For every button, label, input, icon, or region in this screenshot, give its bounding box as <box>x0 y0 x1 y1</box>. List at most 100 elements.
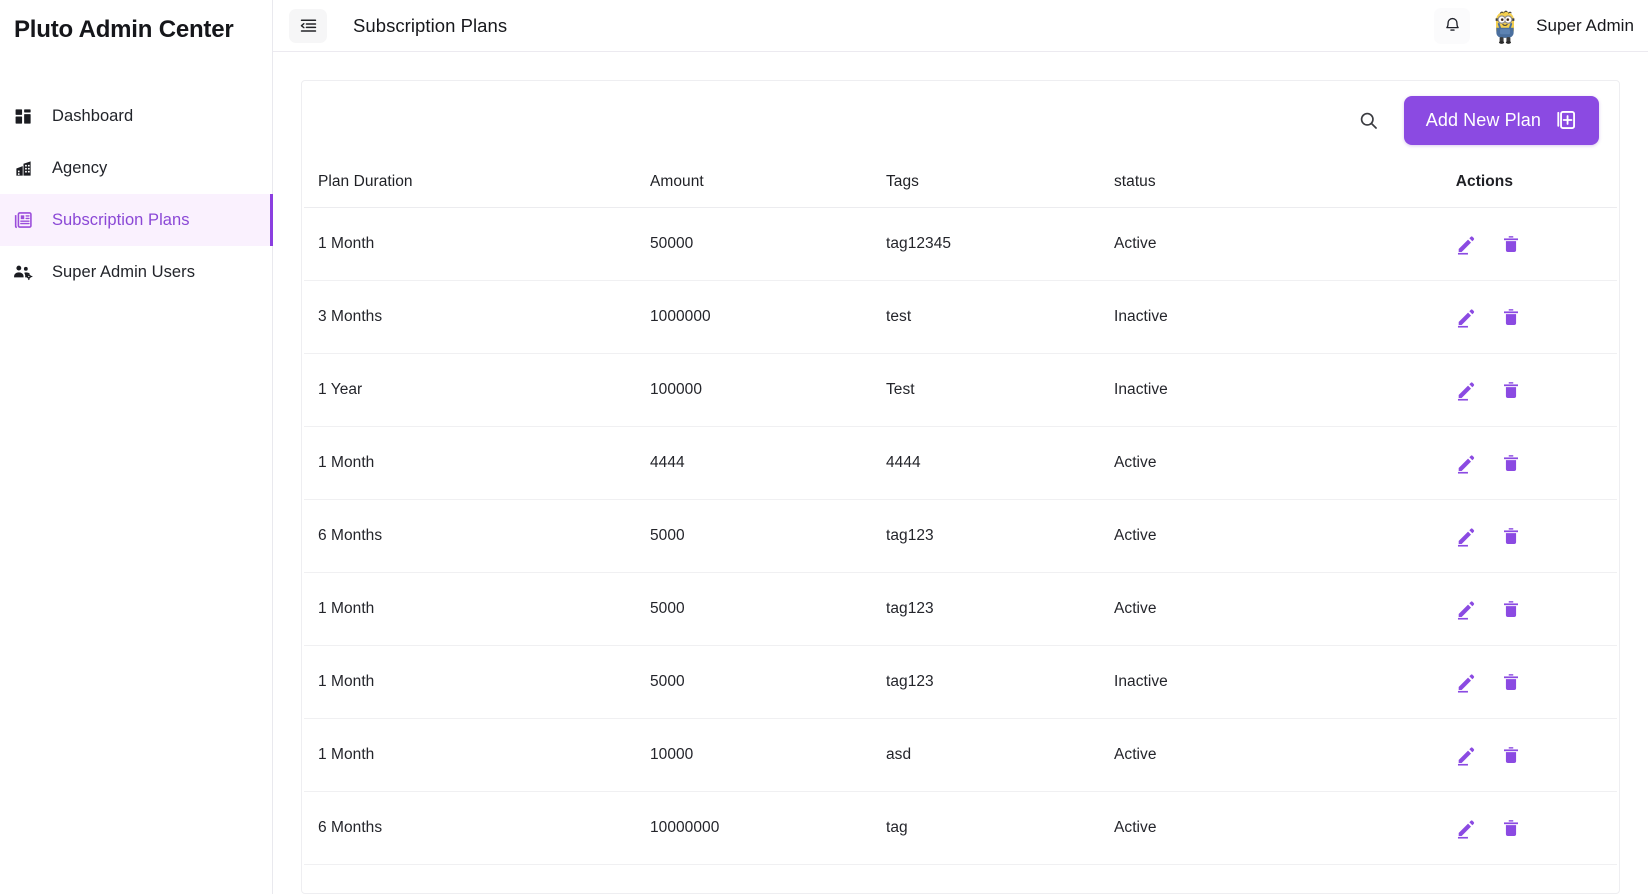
cell-tags: 4444 <box>886 426 1114 500</box>
table-row: 6 Months 10000000 tag Active <box>304 791 1617 865</box>
edit-pencil-icon[interactable] <box>1454 598 1476 620</box>
table-row: 3 Months 1000000 test Inactive <box>304 280 1617 354</box>
cell-plan-duration: 6 Months <box>304 499 650 573</box>
cell-status: Active <box>1114 791 1424 865</box>
cell-tags: tag123 <box>886 572 1114 646</box>
cell-actions <box>1424 572 1617 646</box>
row-action-group <box>1424 817 1617 839</box>
library-add-icon <box>1555 109 1577 131</box>
cell-actions <box>1424 353 1617 427</box>
cell-amount: 4444 <box>650 426 886 500</box>
cell-tags: tag123 <box>886 499 1114 573</box>
trash-icon[interactable] <box>1500 525 1522 547</box>
edit-pencil-icon[interactable] <box>1454 525 1476 547</box>
app-root: Pluto Admin Center Dashboard Agency Subs… <box>0 0 1648 894</box>
trash-icon[interactable] <box>1500 306 1522 328</box>
cell-tags: asd <box>886 718 1114 792</box>
edit-pencil-icon[interactable] <box>1454 744 1476 766</box>
cell-amount: 5000 <box>650 499 886 573</box>
people-gear-icon <box>12 261 34 283</box>
cell-actions <box>1424 718 1617 792</box>
row-action-group <box>1424 671 1617 693</box>
table-head: Plan Duration Amount Tags status Actions <box>304 159 1617 208</box>
table-scroll-region[interactable]: Plan Duration Amount Tags status Actions… <box>302 159 1619 893</box>
cell-amount: 1000000 <box>650 280 886 354</box>
row-action-group <box>1424 744 1617 766</box>
cell-status: Active <box>1114 572 1424 646</box>
cell-tags: tag <box>886 791 1114 865</box>
trash-icon[interactable] <box>1500 671 1522 693</box>
edit-pencil-icon[interactable] <box>1454 379 1476 401</box>
column-header-tags[interactable]: Tags <box>886 159 1114 208</box>
cell-amount: 100000 <box>650 353 886 427</box>
sidebar-item-label: Subscription Plans <box>52 210 190 229</box>
cell-status: Inactive <box>1114 645 1424 719</box>
edit-pencil-icon[interactable] <box>1454 233 1476 255</box>
search-icon[interactable] <box>1352 103 1386 137</box>
table-row: 1 Month 50000 tag12345 Active <box>304 207 1617 281</box>
cell-plan-duration: 3 Months <box>304 280 650 354</box>
content-area: Add New Plan Plan Duration Amount Tags s… <box>273 52 1648 894</box>
sidebar-item-dashboard[interactable]: Dashboard <box>0 90 272 142</box>
cell-amount: 50000 <box>650 207 886 281</box>
trash-icon[interactable] <box>1500 817 1522 839</box>
trash-icon[interactable] <box>1500 233 1522 255</box>
building-icon <box>12 157 34 179</box>
sidebar-item-agency[interactable]: Agency <box>0 142 272 194</box>
row-action-group <box>1424 233 1617 255</box>
cell-plan-duration: 1 Month <box>304 426 650 500</box>
newspaper-icon <box>12 209 34 231</box>
trash-icon[interactable] <box>1500 744 1522 766</box>
column-header-status[interactable]: status <box>1114 159 1424 208</box>
edit-pencil-icon[interactable] <box>1454 671 1476 693</box>
cell-plan-duration: 1 Month <box>304 718 650 792</box>
cell-tags: tag123 <box>886 645 1114 719</box>
cell-plan-duration: 6 Months <box>304 791 650 865</box>
topbar: Subscription Plans Super Admin <box>273 0 1648 52</box>
edit-pencil-icon[interactable] <box>1454 452 1476 474</box>
table-row: 1 Month 5000 tag123 Active <box>304 572 1617 646</box>
cell-amount: 10000000 <box>650 791 886 865</box>
user-name-label: Super Admin <box>1536 15 1634 35</box>
column-header-plan-duration[interactable]: Plan Duration <box>304 159 650 208</box>
cell-plan-duration: 1 Year <box>304 353 650 427</box>
cell-actions <box>1424 645 1617 719</box>
trash-icon[interactable] <box>1500 379 1522 401</box>
table-body: 1 Month 50000 tag12345 Active 3 Months 100000… <box>304 207 1617 865</box>
row-action-group <box>1424 306 1617 328</box>
cell-tags: test <box>886 280 1114 354</box>
column-header-amount[interactable]: Amount <box>650 159 886 208</box>
row-action-group <box>1424 452 1617 474</box>
sidebar-item-subscription-plans[interactable]: Subscription Plans <box>0 194 273 246</box>
cell-actions <box>1424 499 1617 573</box>
subscription-plans-table: Plan Duration Amount Tags status Actions… <box>304 159 1617 865</box>
sidebar-item-super-admin-users[interactable]: Super Admin Users <box>0 246 272 298</box>
minion-avatar[interactable] <box>1488 8 1522 44</box>
cell-status: Active <box>1114 499 1424 573</box>
table-header-row: Plan Duration Amount Tags status Actions <box>304 159 1617 208</box>
edit-pencil-icon[interactable] <box>1454 306 1476 328</box>
trash-icon[interactable] <box>1500 598 1522 620</box>
trash-icon[interactable] <box>1500 452 1522 474</box>
main-area: Subscription Plans Super Admin Add New P… <box>273 0 1648 894</box>
cell-plan-duration: 1 Month <box>304 645 650 719</box>
app-brand-title: Pluto Admin Center <box>14 16 234 43</box>
add-new-plan-button[interactable]: Add New Plan <box>1403 95 1599 145</box>
cell-plan-duration: 1 Month <box>304 207 650 281</box>
table-row: 1 Month 10000 asd Active <box>304 718 1617 792</box>
bell-icon[interactable] <box>1434 7 1471 44</box>
edit-pencil-icon[interactable] <box>1454 817 1476 839</box>
table-row: 1 Month 5000 tag123 Inactive <box>304 645 1617 719</box>
cell-actions <box>1424 207 1617 281</box>
row-action-group <box>1424 525 1617 547</box>
cell-amount: 5000 <box>650 572 886 646</box>
cell-amount: 10000 <box>650 718 886 792</box>
dashboard-icon <box>12 105 34 127</box>
cell-tags: tag12345 <box>886 207 1114 281</box>
cell-status: Active <box>1114 207 1424 281</box>
table-row: 1 Year 100000 Test Inactive <box>304 353 1617 427</box>
menu-collapse-icon[interactable] <box>289 8 327 43</box>
add-new-plan-label: Add New Plan <box>1425 109 1541 130</box>
cell-actions <box>1424 280 1617 354</box>
cell-tags: Test <box>886 353 1114 427</box>
